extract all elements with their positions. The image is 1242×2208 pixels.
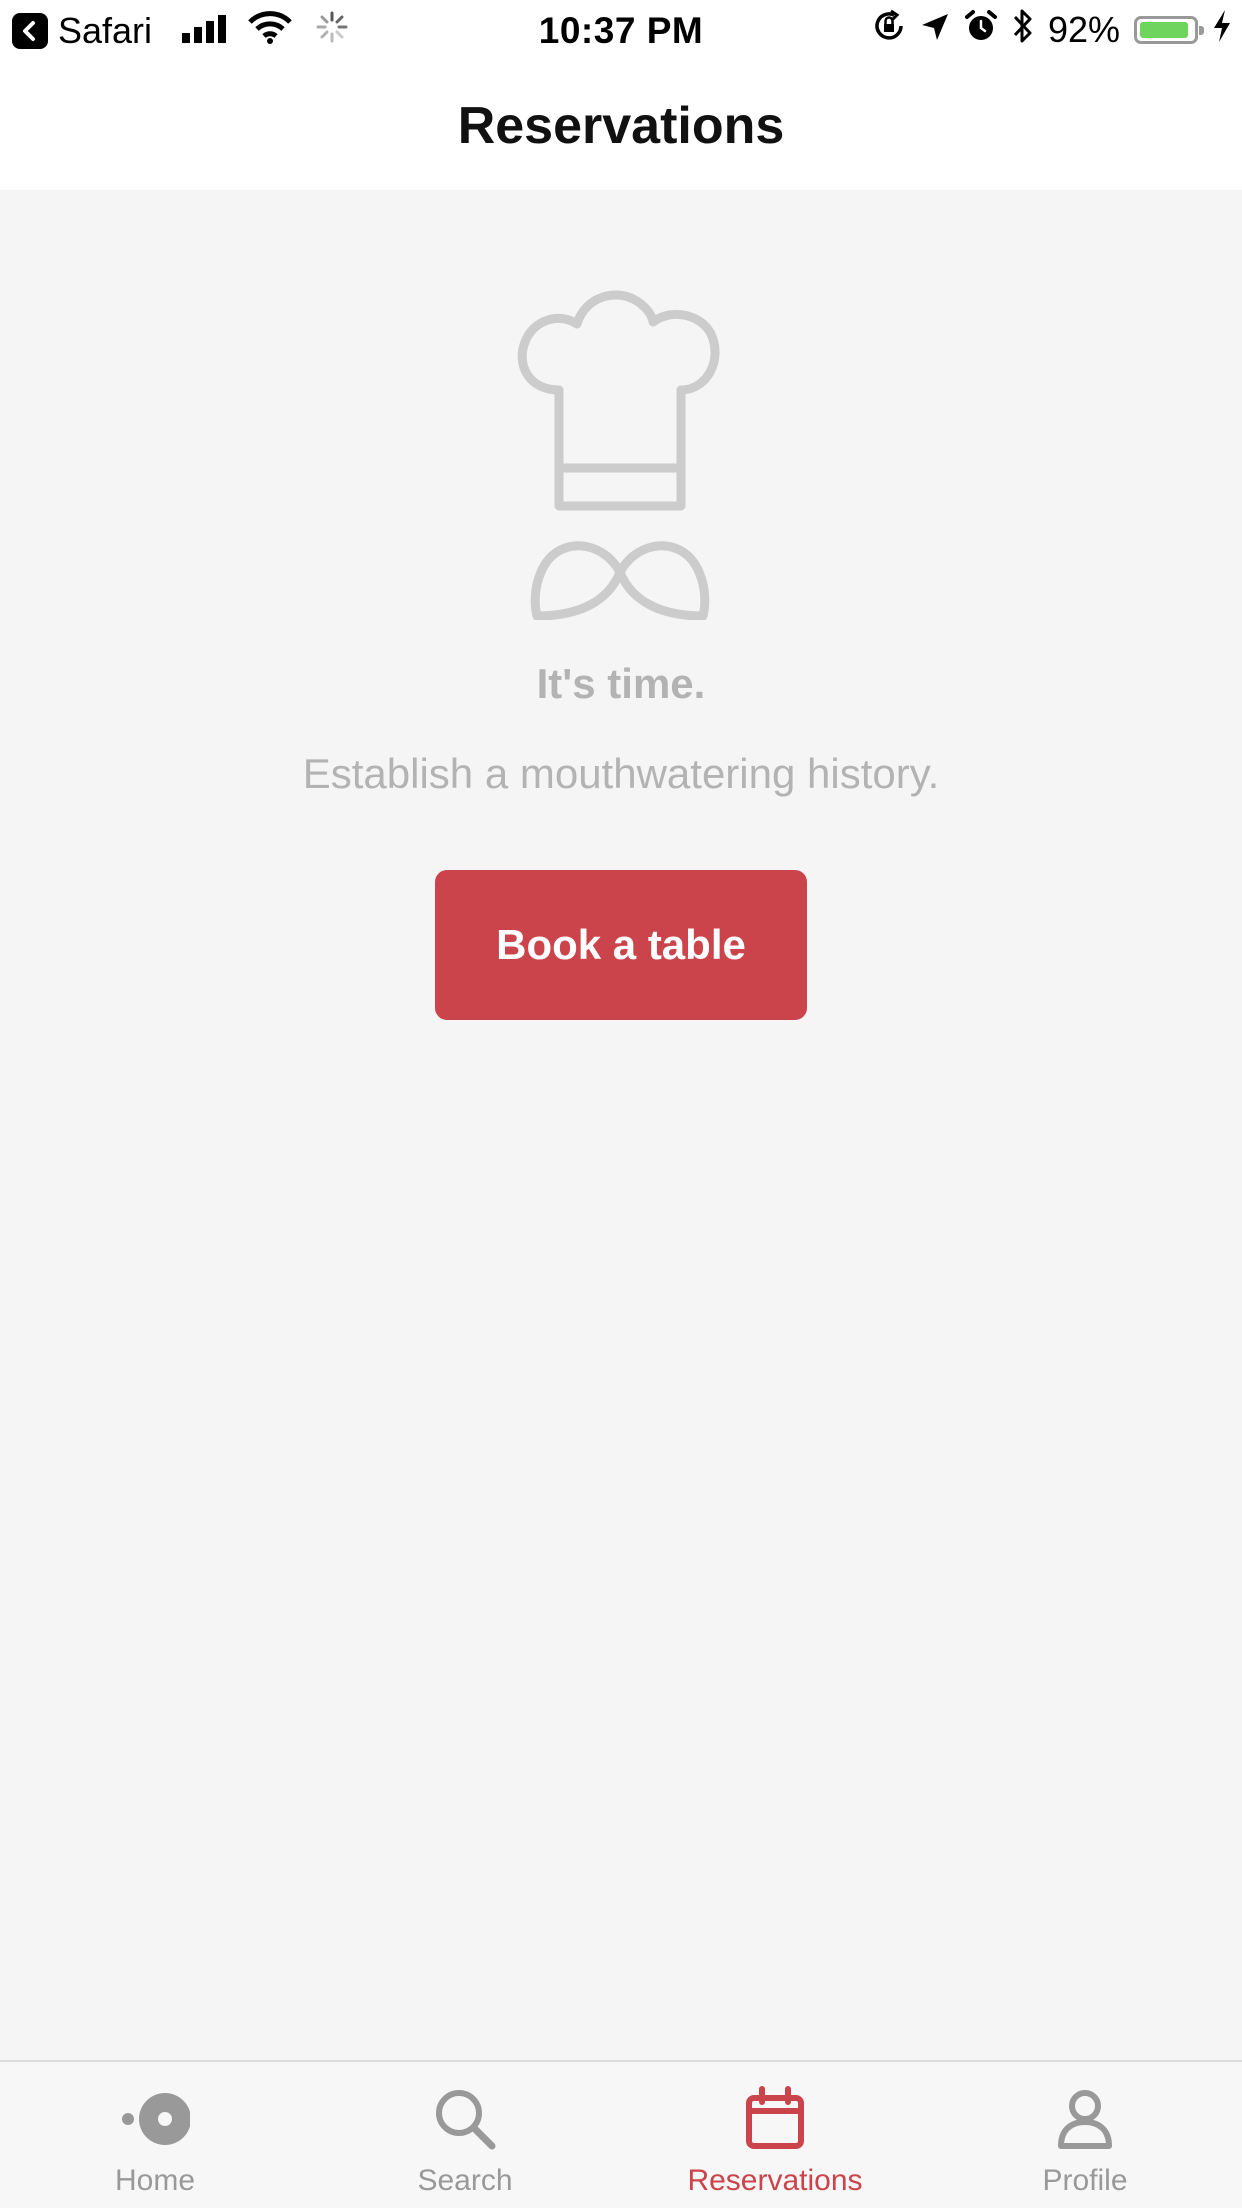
search-icon [436, 2090, 496, 2150]
tab-label-profile: Profile [1042, 2164, 1128, 2197]
tab-bar: Home Search Reservations Profile [0, 2060, 1242, 2208]
status-bar: Safari 10:37 PM 92% [0, 0, 1242, 60]
tab-search[interactable]: Search [310, 2062, 620, 2208]
tab-label-search: Search [417, 2164, 513, 2197]
book-a-table-button[interactable]: Book a table [435, 870, 807, 1020]
battery-level [1140, 22, 1188, 38]
tab-home[interactable]: Home [0, 2062, 310, 2208]
orientation-lock-icon [872, 9, 906, 52]
tab-label-home: Home [114, 2164, 196, 2197]
tab-reservations[interactable]: Reservations [620, 2062, 930, 2208]
bluetooth-icon [1012, 8, 1034, 53]
empty-state-message: Establish a mouthwatering history. [302, 750, 940, 797]
battery-icon [1134, 16, 1204, 44]
calendar-icon [746, 2086, 804, 2149]
page-title: Reservations [457, 97, 785, 155]
tab-profile[interactable]: Profile [930, 2062, 1240, 2208]
battery-percent: 92% [1047, 9, 1120, 50]
location-arrow-icon [920, 9, 950, 51]
empty-state-headline: It's time. [536, 660, 706, 707]
tab-label-reservations: Reservations [687, 2164, 863, 2197]
alarm-icon [964, 9, 998, 52]
chef-hat-icon [517, 290, 720, 620]
empty-state: It's time. Establish a mouthwatering his… [0, 190, 1242, 2060]
navigation-bar: Reservations [0, 60, 1242, 190]
profile-icon [1058, 2090, 1112, 2149]
home-icon [122, 2093, 190, 2145]
charging-bolt-icon [1212, 9, 1232, 52]
